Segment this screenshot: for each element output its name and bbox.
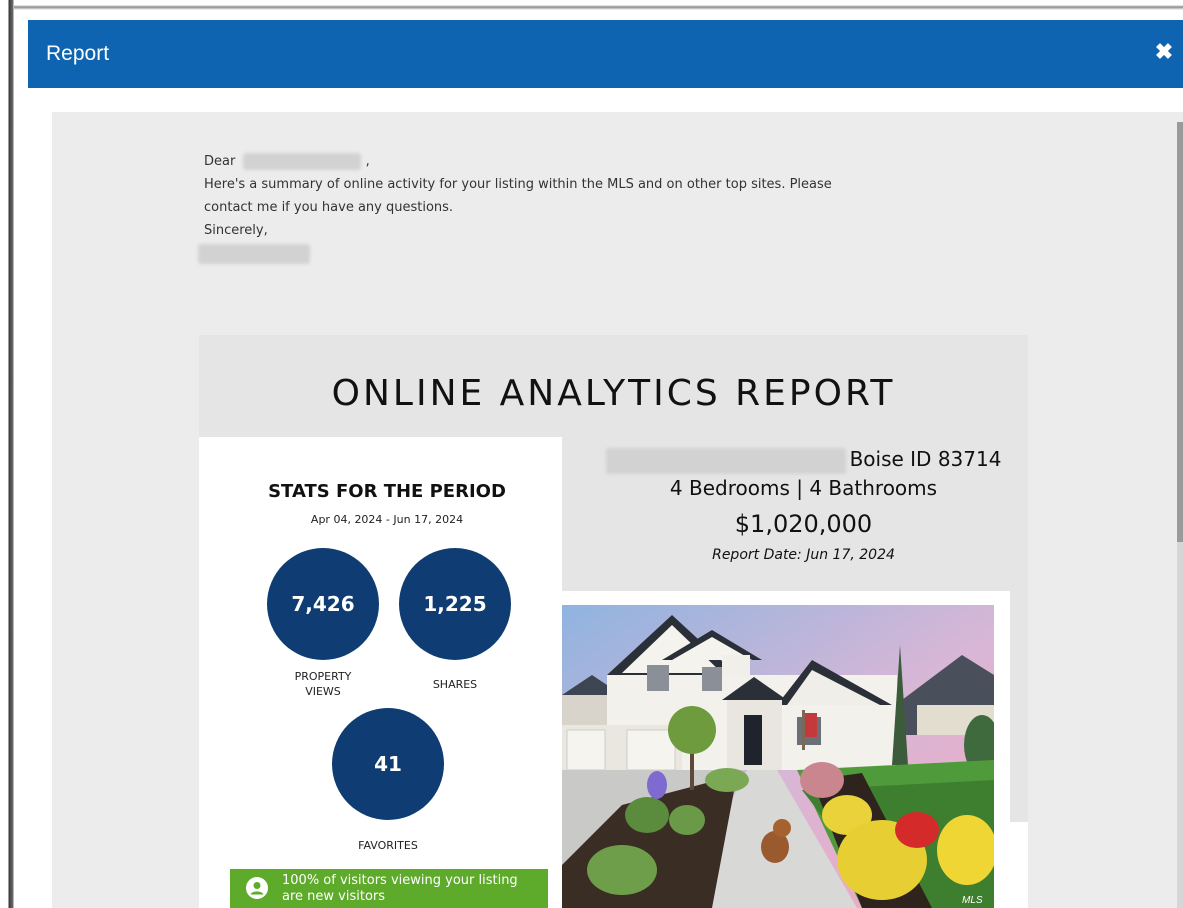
stats-date-range: Apr 04, 2024 - Jun 17, 2024	[310, 513, 464, 526]
new-visitors-text: 100% of visitors viewing your listing ar…	[282, 873, 542, 905]
close-icon[interactable]: ✖	[1153, 40, 1175, 64]
new-visitors-banner: 100% of visitors viewing your listing ar…	[230, 869, 548, 908]
property-beds-baths: 4 Bedrooms | 4 Bathrooms	[669, 475, 938, 500]
stats-card: STATS FOR THE PERIOD Apr 04, 2024 - Jun …	[199, 437, 562, 908]
property-photo: MLS	[562, 605, 994, 908]
redacted-recipient-name	[243, 153, 362, 170]
greeting-suffix: ,	[365, 154, 370, 169]
redacted-agent-name-line	[198, 242, 832, 265]
property-photo-frame: MLS	[562, 591, 1010, 908]
photo-watermark: MLS	[962, 895, 983, 906]
favorites-label: FAVORITES	[358, 839, 418, 852]
property-views-circle: 7,426	[267, 548, 379, 660]
modal-header: Report ✖	[28, 20, 1183, 88]
letter-body-line1: Here's a summary of online activity for …	[204, 177, 832, 192]
property-views-label: PROPERTY VIEWS	[267, 669, 379, 699]
shares-circle: 1,225	[399, 548, 511, 660]
window-top-edge	[0, 0, 1183, 10]
property-address: Boise ID 83714	[579, 445, 1028, 474]
greeting: Dear	[204, 154, 236, 169]
property-info: Boise ID 83714 4 Bedrooms | 4 Bathrooms …	[579, 445, 1028, 566]
user-icon	[246, 877, 268, 899]
modal-title: Report	[46, 42, 110, 65]
report-title: ONLINE ANALYTICS REPORT	[331, 373, 896, 414]
new-visitors-line2: are new visitors	[282, 889, 386, 904]
letter-closing: Sincerely,	[204, 223, 268, 238]
redacted-street-address	[605, 447, 846, 474]
property-price: $1,020,000	[734, 509, 873, 538]
favorites-circle: 41	[332, 708, 444, 820]
property-views-label-line1: PROPERTY	[294, 670, 352, 683]
letter-body-line2: contact me if you have any questions.	[204, 200, 454, 215]
scrollbar-thumb[interactable]	[1177, 122, 1183, 542]
photo-panel-edge	[1010, 822, 1028, 908]
greeting-line: Dear ,	[204, 150, 832, 173]
analytics-report: ONLINE ANALYTICS REPORT STATS FOR THE PE…	[199, 335, 1028, 908]
property-views-label-line2: VIEWS	[305, 685, 341, 698]
property-city: Boise ID 83714	[849, 447, 1002, 471]
shares-label: SHARES	[432, 678, 478, 691]
redacted-agent-name	[198, 243, 310, 264]
report-content[interactable]: Dear , Here's a summary of online activi…	[52, 112, 1183, 908]
stats-heading: STATS FOR THE PERIOD	[268, 481, 506, 502]
report-modal: Report ✖ Dear , Here's a summary of onli…	[28, 20, 1183, 908]
report-date: Report Date: Jun 17, 2024	[712, 546, 895, 563]
cover-letter: Dear , Here's a summary of online activi…	[198, 150, 832, 265]
window-left-edge	[0, 0, 14, 908]
new-visitors-line1: 100% of visitors viewing your listing	[282, 873, 518, 888]
